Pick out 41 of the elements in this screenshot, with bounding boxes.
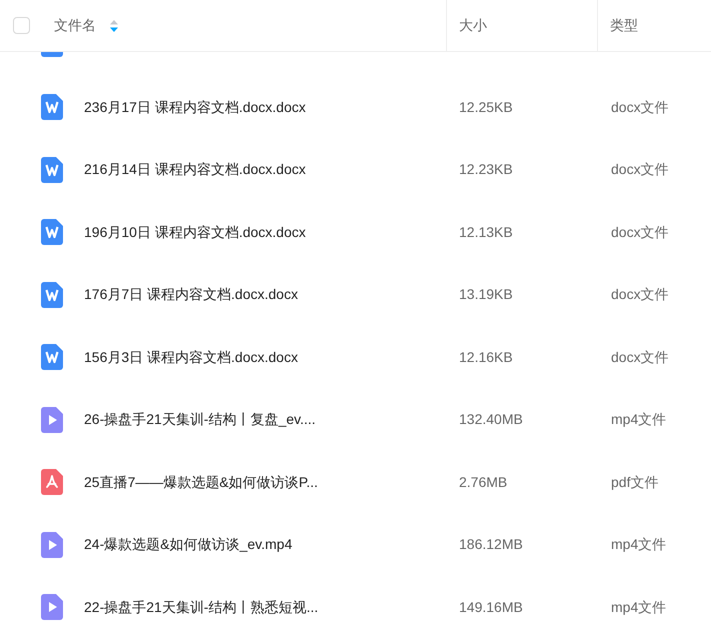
file-name[interactable]: 196月10日 课程内容文档.docx.docx [84, 222, 306, 243]
file-name[interactable]: 22-操盘手21天集训-结构丨熟悉短视... [84, 596, 318, 618]
pdf-file-icon [41, 469, 63, 496]
file-type: docx文件 [611, 286, 669, 302]
file-size: 12.13KB [459, 224, 513, 240]
video-file-icon [41, 406, 63, 433]
document-icon [41, 344, 63, 370]
file-name[interactable]: 216月14日 课程内容文档.docx.docx [84, 159, 306, 180]
video-file-icon [41, 594, 63, 620]
video-file-icon [41, 532, 63, 558]
document-icon [41, 219, 63, 246]
select-all-checkbox[interactable] [13, 17, 30, 34]
file-size: 149.16MB [459, 598, 523, 615]
document-icon [41, 94, 63, 120]
file-size: 12.25KB [459, 98, 513, 115]
file-size: 2.76MB [459, 474, 508, 490]
file-size: 186.12MB [459, 536, 523, 552]
file-name[interactable]: 25直播7——爆款选题&如何做访谈P... [84, 472, 318, 493]
document-icon [41, 282, 63, 308]
file-type: mp4文件 [611, 536, 666, 552]
file-name[interactable]: 156月3日 课程内容文档.docx.docx [84, 346, 298, 368]
file-name[interactable]: 176月7日 课程内容文档.docx.docx [84, 284, 298, 306]
document-icon [41, 156, 63, 183]
column-header[interactable]: 文件名 [54, 15, 96, 36]
file-size: 13.19KB [459, 286, 513, 302]
file-type: docx文件 [611, 224, 669, 240]
file-name[interactable]: 236月17日 课程内容文档.docx.docx [84, 96, 306, 118]
file-size: 132.40MB [459, 411, 523, 428]
column-header[interactable]: 大小 [459, 15, 487, 36]
file-type: docx文件 [611, 348, 669, 365]
file-type: mp4文件 [611, 598, 666, 615]
file-type: mp4文件 [611, 411, 666, 428]
file-type: docx文件 [611, 161, 669, 178]
file-type: docx文件 [611, 98, 669, 115]
file-size: 12.23KB [459, 161, 513, 178]
column-header[interactable]: 类型 [610, 15, 638, 36]
file-size: 12.16KB [459, 348, 513, 365]
file-name[interactable]: 26-操盘手21天集训-结构丨复盘_ev.... [84, 409, 316, 430]
file-name[interactable]: 24-爆款选题&如何做访谈_ev.mp4 [84, 534, 292, 556]
file-type: pdf文件 [611, 474, 658, 490]
sort-icon[interactable] [110, 20, 118, 32]
